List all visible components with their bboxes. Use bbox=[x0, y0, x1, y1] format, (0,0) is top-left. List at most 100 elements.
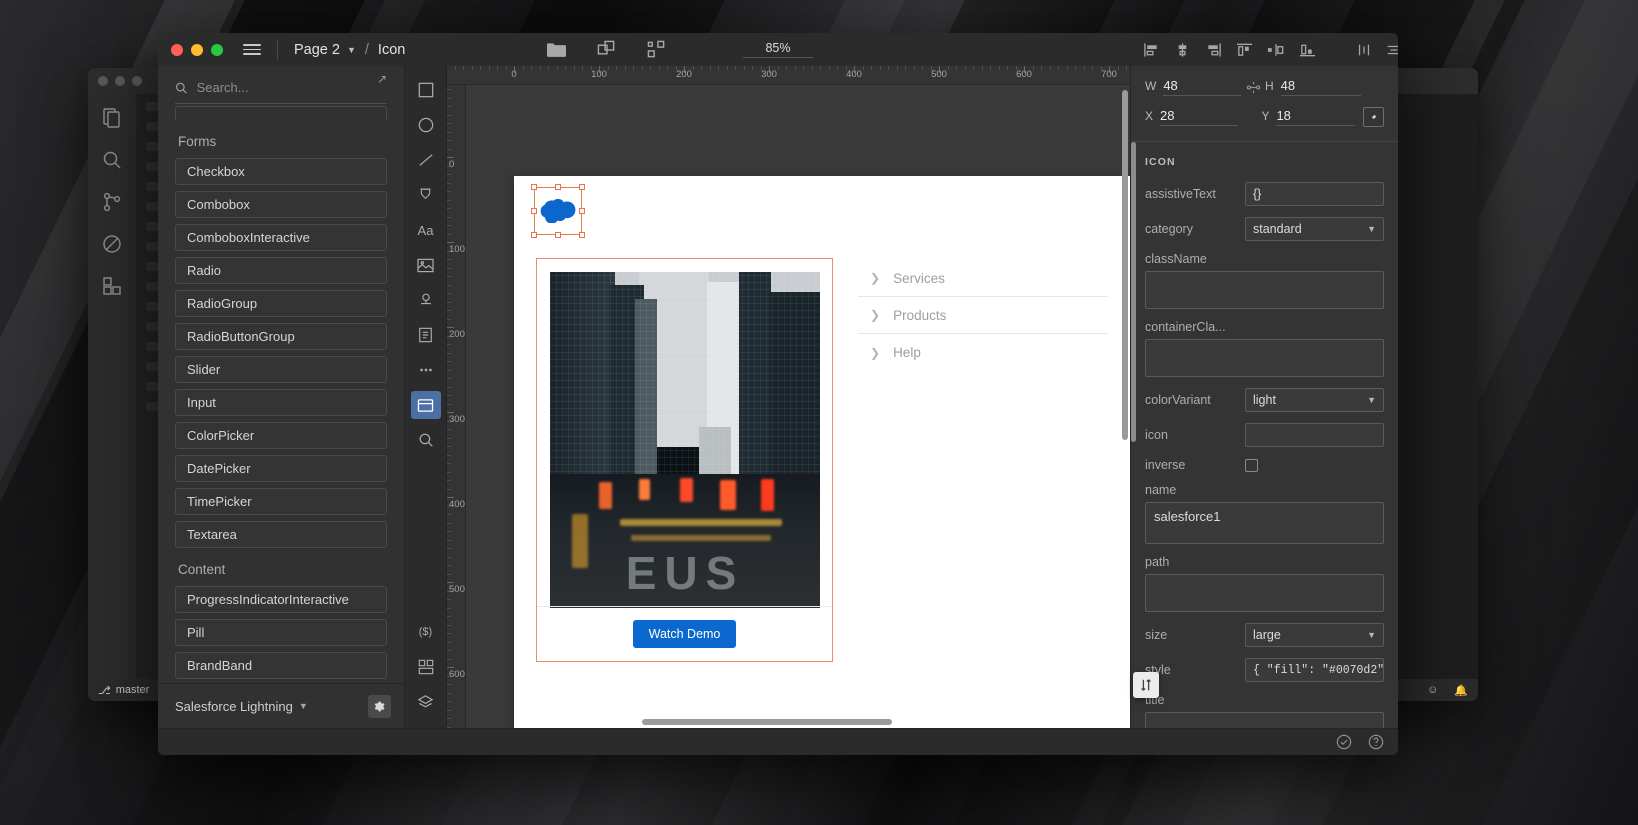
pin-icon[interactable] bbox=[1362, 107, 1384, 127]
layout-tool[interactable] bbox=[411, 653, 441, 681]
prop-value[interactable]: { "fill": "#0070d2" bbox=[1245, 658, 1384, 682]
minimize-button[interactable] bbox=[191, 43, 203, 56]
component-search[interactable]: ↗ bbox=[175, 72, 387, 104]
selected-logo-element[interactable] bbox=[531, 184, 585, 238]
media-card[interactable]: EUS Watch Demo bbox=[536, 258, 833, 662]
list-item[interactable]: RadioGroup bbox=[175, 290, 387, 317]
more-tools[interactable] bbox=[411, 356, 441, 384]
height-value[interactable]: 48 bbox=[1280, 78, 1361, 96]
x-value[interactable]: 28 bbox=[1160, 108, 1239, 126]
inspector-scrollbar[interactable] bbox=[1131, 142, 1136, 442]
list-item[interactable]: ProgressIndicatorInteractive bbox=[175, 586, 387, 613]
component-tool[interactable] bbox=[410, 391, 441, 419]
design-tool-window[interactable]: Page 2 ▼ / Icon 85% Search... ↗ Forms Ch… bbox=[158, 33, 1398, 755]
expand-arrow-icon[interactable]: ↗ bbox=[377, 72, 387, 86]
resize-handle-sw[interactable] bbox=[531, 232, 537, 238]
breadcrumb[interactable]: Page 2 ▼ / Icon bbox=[294, 42, 405, 58]
prop-select[interactable]: light ▼ bbox=[1245, 388, 1384, 412]
list-item[interactable]: BrandBand bbox=[175, 652, 387, 679]
canvas[interactable]: 0 100 200 300 400 500 600 700 0 100 200 300 400 500 6… bbox=[447, 66, 1130, 728]
align-middle-vertical-icon[interactable] bbox=[1267, 39, 1285, 61]
vector-tool[interactable] bbox=[411, 286, 441, 314]
x-field[interactable]: X 28 bbox=[1145, 108, 1239, 126]
search-input[interactable] bbox=[196, 80, 387, 95]
distribute-vertical-icon[interactable] bbox=[1386, 39, 1398, 61]
align-right-icon[interactable] bbox=[1205, 39, 1222, 61]
vertical-distribute-icon[interactable] bbox=[1133, 672, 1159, 698]
search-icon[interactable] bbox=[100, 148, 124, 172]
line-tool[interactable] bbox=[411, 146, 441, 174]
width-value[interactable]: 48 bbox=[1163, 78, 1241, 96]
prop-containerClassName[interactable]: containerCla... bbox=[1145, 320, 1384, 377]
prop-value[interactable] bbox=[1245, 423, 1384, 447]
help-circle-icon[interactable] bbox=[1368, 734, 1384, 750]
accordion[interactable]: ❯ Services ❯ Products ❯ Help bbox=[858, 260, 1108, 371]
prop-value[interactable] bbox=[1145, 712, 1384, 728]
width-field[interactable]: W 48 bbox=[1145, 78, 1241, 96]
resize-handle-nw[interactable] bbox=[531, 184, 537, 190]
chevron-right-icon[interactable]: ❯ bbox=[870, 271, 880, 285]
tool-rail[interactable]: Aa ($) bbox=[405, 66, 447, 728]
prop-title[interactable]: title bbox=[1145, 693, 1384, 728]
prop-value[interactable] bbox=[1145, 339, 1384, 377]
resize-handle-w[interactable] bbox=[531, 208, 537, 214]
align-toolbar[interactable] bbox=[1130, 33, 1398, 66]
list-item[interactable]: Pill bbox=[175, 619, 387, 646]
maximize-button[interactable] bbox=[211, 43, 223, 56]
resize-handle-se[interactable] bbox=[579, 232, 585, 238]
ellipse-tool[interactable] bbox=[411, 111, 441, 139]
chevron-down-icon[interactable]: ▼ bbox=[299, 701, 308, 711]
link-constrain-icon[interactable] bbox=[1241, 81, 1265, 94]
height-field[interactable]: H 48 bbox=[1265, 78, 1361, 96]
prop-category[interactable]: category standard ▼ bbox=[1145, 217, 1384, 241]
icon-properties[interactable]: ICON assistiveText {} category standard … bbox=[1131, 142, 1398, 728]
y-field[interactable]: Y 18 bbox=[1261, 108, 1355, 126]
breadcrumb-page[interactable]: Page 2 bbox=[294, 42, 340, 58]
align-bottom-icon[interactable] bbox=[1299, 39, 1316, 61]
data-tool[interactable]: ($) bbox=[411, 618, 441, 646]
resize-handle-e[interactable] bbox=[579, 208, 585, 214]
chevron-down-icon[interactable]: ▼ bbox=[347, 45, 356, 55]
prop-assistiveText[interactable]: assistiveText {} bbox=[1145, 182, 1384, 206]
components-icon[interactable] bbox=[645, 39, 667, 61]
smiley-icon[interactable]: ☺ bbox=[1427, 684, 1438, 696]
distribute-horizontal-icon[interactable] bbox=[1356, 39, 1372, 61]
prop-select[interactable]: large ▼ bbox=[1245, 623, 1384, 647]
zoom-tool[interactable] bbox=[411, 426, 441, 454]
check-circle-icon[interactable] bbox=[1336, 734, 1352, 750]
component-list[interactable]: Forms Checkbox Combobox ComboboxInteract… bbox=[158, 106, 404, 683]
align-center-horizontal-icon[interactable] bbox=[1174, 39, 1191, 61]
window-traffic-lights[interactable] bbox=[158, 43, 223, 56]
files-icon[interactable] bbox=[100, 106, 124, 130]
accordion-item-products[interactable]: ❯ Products bbox=[858, 297, 1108, 334]
artboard[interactable]: EUS Watch Demo ❯ Services ❯ Products ❯ H… bbox=[514, 176, 1130, 728]
accordion-item-services[interactable]: ❯ Services bbox=[858, 260, 1108, 297]
chevron-right-icon[interactable]: ❯ bbox=[870, 346, 880, 360]
canvas-horizontal-scrollbar[interactable] bbox=[642, 719, 892, 725]
bg-editor-activity-bar[interactable] bbox=[88, 94, 136, 679]
list-item[interactable]: RadioButtonGroup bbox=[175, 323, 387, 350]
pen-tool[interactable] bbox=[411, 181, 441, 209]
close-button[interactable] bbox=[171, 43, 183, 56]
prop-value[interactable] bbox=[1145, 271, 1384, 309]
folder-icon[interactable] bbox=[545, 39, 567, 61]
list-item[interactable]: Checkbox bbox=[175, 158, 387, 185]
layers-tool[interactable] bbox=[411, 688, 441, 716]
list-item[interactable]: Radio bbox=[175, 257, 387, 284]
list-item[interactable]: Slider bbox=[175, 356, 387, 383]
image-tool[interactable] bbox=[411, 251, 441, 279]
hamburger-icon[interactable] bbox=[243, 44, 261, 55]
prop-style[interactable]: style { "fill": "#0070d2" bbox=[1145, 658, 1384, 682]
inverse-checkbox[interactable] bbox=[1245, 458, 1258, 472]
source-control-icon[interactable] bbox=[100, 190, 124, 214]
chevron-right-icon[interactable]: ❯ bbox=[870, 308, 880, 322]
accordion-item-help[interactable]: ❯ Help bbox=[858, 334, 1108, 371]
extensions-icon[interactable] bbox=[100, 274, 124, 298]
list-item[interactable]: Combobox bbox=[175, 191, 387, 218]
prop-colorVariant[interactable]: colorVariant light ▼ bbox=[1145, 388, 1384, 412]
prop-name[interactable]: name salesforce1 bbox=[1145, 483, 1384, 544]
prop-className[interactable]: className bbox=[1145, 252, 1384, 309]
prop-value[interactable]: salesforce1 bbox=[1145, 502, 1384, 544]
frame-tool[interactable] bbox=[411, 321, 441, 349]
text-tool[interactable]: Aa bbox=[411, 216, 441, 244]
